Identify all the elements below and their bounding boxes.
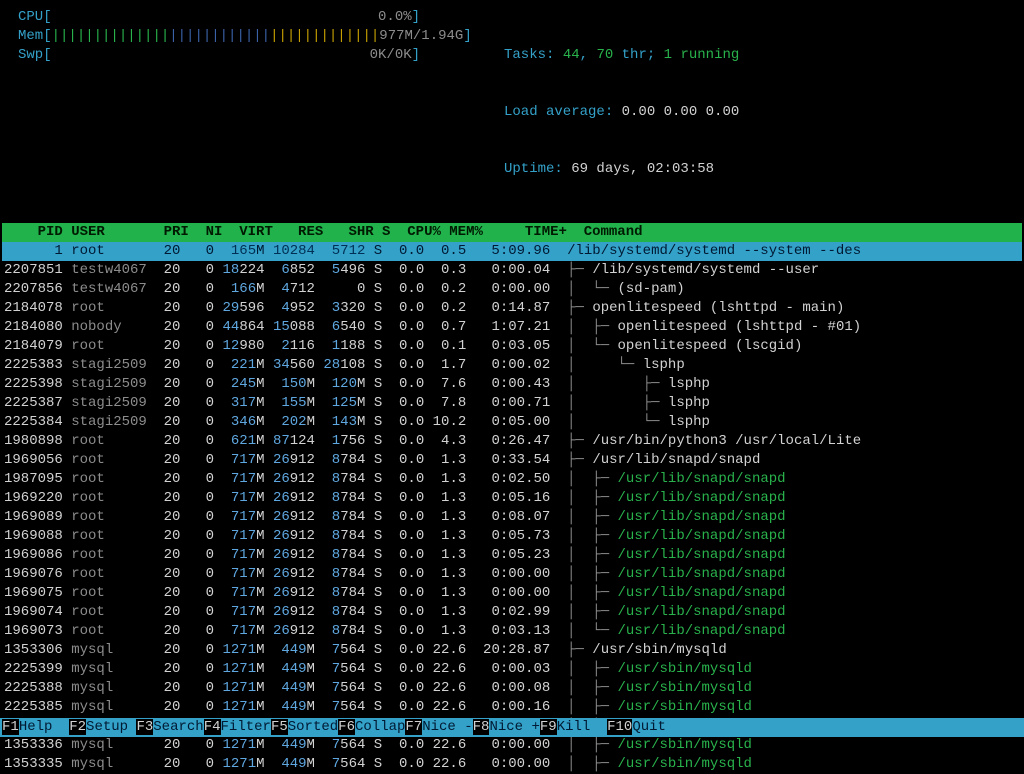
process-row[interactable]: 1980898 root 20 0 621M 87124 1756 S 0.0 …: [2, 432, 1022, 451]
process-row[interactable]: 1 root 20 0 165M 10284 5712 S 0.0 0.5 5:…: [2, 242, 1022, 261]
process-row[interactable]: 2225384 stagi2509 20 0 346M 202M 143M S …: [2, 413, 1022, 432]
process-row[interactable]: 1969073 root 20 0 717M 26912 8784 S 0.0 …: [2, 622, 1022, 641]
fkey-F5[interactable]: F5: [271, 719, 288, 735]
process-row[interactable]: 1969076 root 20 0 717M 26912 8784 S 0.0 …: [2, 565, 1022, 584]
process-row[interactable]: 2207851 testw4067 20 0 18224 6852 5496 S…: [2, 261, 1022, 280]
process-row[interactable]: 2225385 mysql 20 0 1271M 449M 7564 S 0.0…: [2, 698, 1022, 717]
fkey-F4[interactable]: F4: [204, 719, 221, 735]
meters: CPU[0.0%] Mem[||||||||||||||||||||||||||…: [18, 8, 468, 217]
fkey-F7[interactable]: F7: [405, 719, 422, 735]
fkey-F9[interactable]: F9: [540, 719, 557, 735]
swp-meter: Swp[0K/0K]: [18, 46, 468, 65]
fkey-bar[interactable]: F1Help F2Setup F3SearchF4FilterF5SortedF…: [0, 718, 1024, 737]
process-row[interactable]: 1969220 root 20 0 717M 26912 8784 S 0.0 …: [2, 489, 1022, 508]
process-row[interactable]: 1353335 mysql 20 0 1271M 449M 7564 S 0.0…: [2, 755, 1022, 774]
fkey-F2[interactable]: F2: [69, 719, 86, 735]
fkey-F10[interactable]: F10: [607, 719, 632, 735]
process-row[interactable]: 2184080 nobody 20 0 44864 15088 6540 S 0…: [2, 318, 1022, 337]
process-row[interactable]: 1969075 root 20 0 717M 26912 8784 S 0.0 …: [2, 584, 1022, 603]
process-row[interactable]: 2225398 stagi2509 20 0 245M 150M 120M S …: [2, 375, 1022, 394]
column-header[interactable]: PID USER PRI NI VIRT RES SHR S CPU% MEM%…: [2, 223, 1022, 242]
process-row[interactable]: 2184078 root 20 0 29596 4952 3320 S 0.0 …: [2, 299, 1022, 318]
process-row[interactable]: 2184079 root 20 0 12980 2116 1188 S 0.0 …: [2, 337, 1022, 356]
process-row[interactable]: 1969074 root 20 0 717M 26912 8784 S 0.0 …: [2, 603, 1022, 622]
process-row[interactable]: 2225399 mysql 20 0 1271M 449M 7564 S 0.0…: [2, 660, 1022, 679]
fkey-F3[interactable]: F3: [136, 719, 153, 735]
system-info: Tasks: 44, 70 thr; 1 running Load averag…: [504, 8, 739, 217]
process-row[interactable]: 1969056 root 20 0 717M 26912 8784 S 0.0 …: [2, 451, 1022, 470]
fkey-F8[interactable]: F8: [473, 719, 490, 735]
process-row[interactable]: 2225383 stagi2509 20 0 221M 34560 28108 …: [2, 356, 1022, 375]
process-row[interactable]: 1969086 root 20 0 717M 26912 8784 S 0.0 …: [2, 546, 1022, 565]
fkey-F1[interactable]: F1: [2, 719, 19, 735]
process-row[interactable]: 1353306 mysql 20 0 1271M 449M 7564 S 0.0…: [2, 641, 1022, 660]
process-row[interactable]: 1969088 root 20 0 717M 26912 8784 S 0.0 …: [2, 527, 1022, 546]
process-row[interactable]: 2207856 testw4067 20 0 166M 4712 0 S 0.0…: [2, 280, 1022, 299]
process-table[interactable]: 1 root 20 0 165M 10284 5712 S 0.0 0.5 5:…: [2, 242, 1022, 774]
cpu-meter: CPU[0.0%]: [18, 8, 468, 27]
process-row[interactable]: 1987095 root 20 0 717M 26912 8784 S 0.0 …: [2, 470, 1022, 489]
mem-meter: Mem[||||||||||||||||||||||||||||||||||||…: [18, 27, 468, 46]
summary-block: CPU[0.0%] Mem[||||||||||||||||||||||||||…: [2, 4, 1022, 223]
fkey-F6[interactable]: F6: [338, 719, 355, 735]
process-row[interactable]: 2225388 mysql 20 0 1271M 449M 7564 S 0.0…: [2, 679, 1022, 698]
process-row[interactable]: 1353336 mysql 20 0 1271M 449M 7564 S 0.0…: [2, 736, 1022, 755]
process-row[interactable]: 1969089 root 20 0 717M 26912 8784 S 0.0 …: [2, 508, 1022, 527]
process-row[interactable]: 2225387 stagi2509 20 0 317M 155M 125M S …: [2, 394, 1022, 413]
